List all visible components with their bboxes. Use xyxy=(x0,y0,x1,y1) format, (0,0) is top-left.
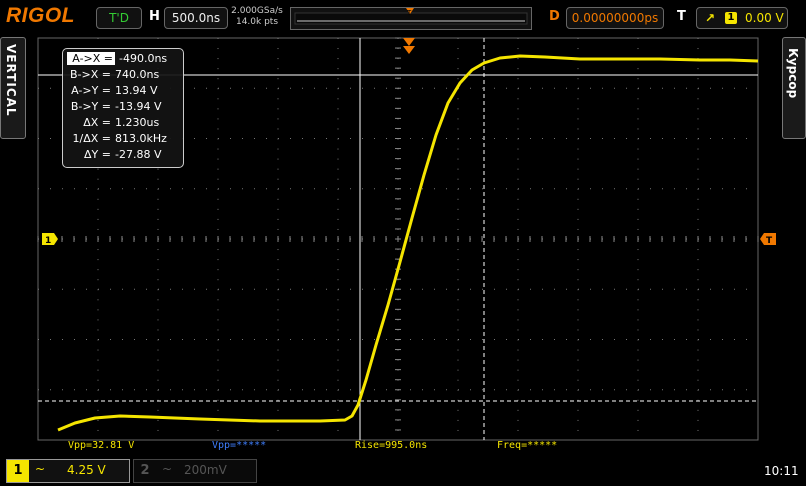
measure-vpp-ch1: Vpp=32.81 V xyxy=(68,440,135,451)
cursor-readout-value: 813.0kHz xyxy=(115,132,167,145)
measure-vpp-ch2: Vpp=***** xyxy=(212,440,267,451)
cursor-readout-row: B->Y = -13.94 V xyxy=(67,100,162,113)
cursor-readout-row: A->Y = 13.94 V xyxy=(67,84,158,97)
cursor-readout-value: 1.230us xyxy=(115,116,160,129)
cursor-readout-value: 740.0ns xyxy=(115,68,160,81)
cursor-readout-row: ΔY = -27.88 V xyxy=(67,148,161,161)
cursor-readout-label: 1/ΔX = xyxy=(72,132,111,145)
cursor-readout-label: A->Y = xyxy=(71,84,111,97)
channel2-scale: 200mV xyxy=(184,463,227,477)
svg-text:1: 1 xyxy=(45,236,51,246)
ac-coupling-icon: ~ xyxy=(162,462,173,476)
cursor-readout-row: 1/ΔX = 813.0kHz xyxy=(67,132,167,145)
measure-freq: Freq=***** xyxy=(497,440,558,451)
trigger-level-marker: T xyxy=(760,233,776,246)
channel1-number: 1 xyxy=(7,460,29,482)
cursor-readout-label: ΔX = xyxy=(83,116,111,129)
channel2-settings[interactable]: 2 ~ 200mV xyxy=(133,459,257,483)
cursor-readout-value: -13.94 V xyxy=(115,100,162,113)
ac-coupling-icon: ~ xyxy=(35,462,46,476)
svg-text:T: T xyxy=(766,236,773,246)
cursor-readout-row: B->X = 740.0ns xyxy=(67,68,159,81)
cursor-readout-label: B->X = xyxy=(70,68,111,81)
channel1-scale: 4.25 V xyxy=(67,463,106,477)
channel-bar: 1 ~ 4.25 V 2 ~ 200mV 10:11 xyxy=(0,456,806,486)
channel1-settings[interactable]: 1 ~ 4.25 V xyxy=(6,459,130,483)
cursor-readout-label: B->Y = xyxy=(70,100,111,113)
cursor-readout-panel: A->X = -490.0ns B->X = 740.0ns A->Y = 13.94 V… xyxy=(62,48,184,168)
cursor-readout-row: A->X = -490.0ns xyxy=(67,52,167,65)
cursor-readout-label: A->X = xyxy=(67,52,115,65)
cursor-readout-value: 13.94 V xyxy=(115,84,158,97)
measure-rise: Rise=995.0ns xyxy=(355,440,428,451)
clock: 10:11 xyxy=(764,464,799,478)
cursor-readout-value: -27.88 V xyxy=(115,148,162,161)
cursor-readout-row: ΔX = 1.230us xyxy=(67,116,159,129)
channel2-number: 2 xyxy=(140,463,150,478)
cursor-readout-label: ΔY = xyxy=(84,148,111,161)
cursor-readout-value: -490.0ns xyxy=(119,52,168,65)
